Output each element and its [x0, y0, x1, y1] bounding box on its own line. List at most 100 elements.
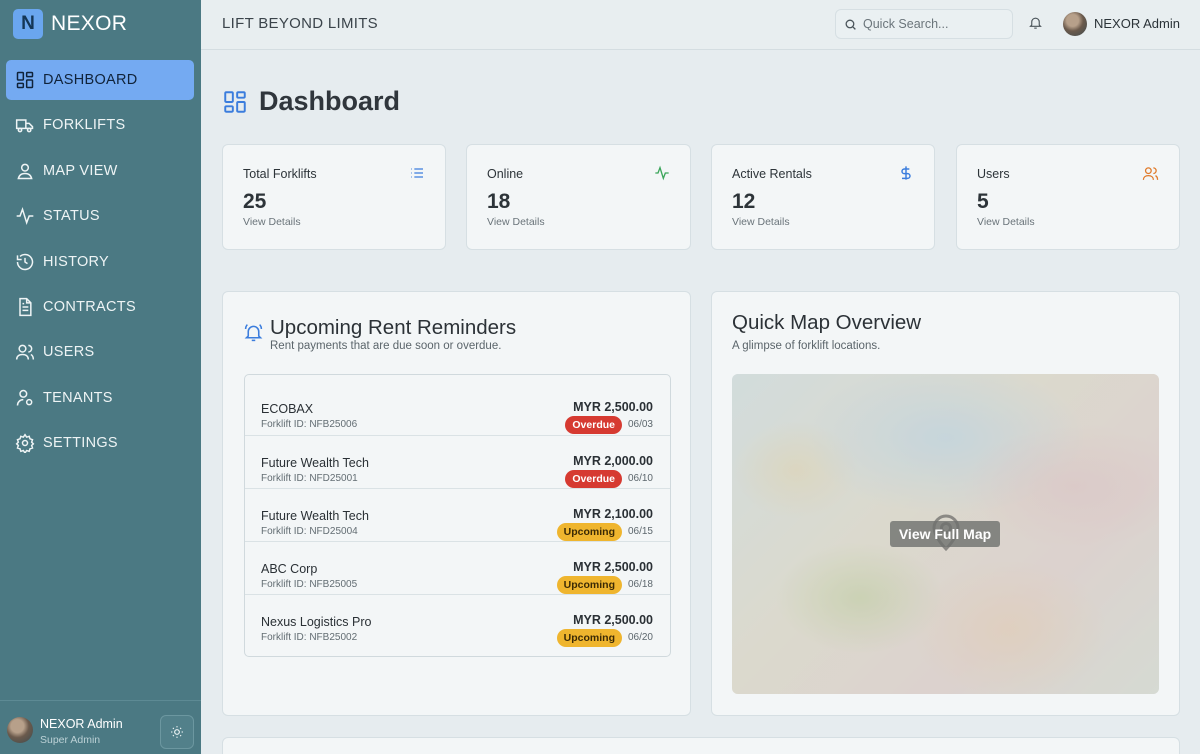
page-title-text: Dashboard [259, 86, 401, 116]
sidebar-item-label: FORKLIFTS [43, 117, 126, 134]
view-full-map-button[interactable]: View Full Map [890, 521, 1000, 547]
status-badge: Overdue [565, 470, 622, 488]
status-badge: Upcoming [556, 523, 622, 541]
stat-value: 18 [487, 190, 511, 213]
activity-icon [16, 207, 34, 226]
section-subtitle: A glimpse of forklift locations. [732, 340, 881, 352]
sidebar-nav: DASHBOARD FORKLIFTS MAP VIEW STATUS HIST… [6, 60, 194, 469]
list-icon [411, 168, 423, 178]
tenant-name: Future Wealth Tech [261, 456, 369, 470]
stat-label: Total Forklifts [243, 167, 317, 181]
tagline: LIFT BEYOND LIMITS [222, 15, 378, 32]
tenant-name: ABC Corp [261, 562, 318, 576]
sidebar-user-role: Super Admin [40, 734, 101, 746]
rent-amount: MYR 2,000.00 [573, 454, 653, 468]
tenant-name: ECOBAX [261, 402, 314, 416]
list-item[interactable]: ECOBAX Forklift ID: NFB25006 MYR 2,500.0… [245, 382, 670, 435]
user-cog-icon [16, 389, 33, 406]
reminders-list: ECOBAX Forklift ID: NFB25006 MYR 2,500.0… [244, 374, 671, 657]
view-details-link[interactable]: View Details [977, 216, 1035, 228]
dashboard-icon [16, 71, 34, 89]
sidebar-item-label: DASHBOARD [43, 72, 138, 88]
gear-icon [15, 433, 35, 454]
page-title: Dashboard [222, 86, 400, 117]
stat-card-online[interactable]: Online 18 View Details [466, 144, 691, 250]
activity-icon [655, 165, 669, 181]
sidebar-item-label: TENANTS [43, 389, 113, 406]
stat-value: 25 [243, 190, 267, 213]
brand[interactable]: N NEXOR [13, 9, 127, 39]
sidebar-item-forklifts[interactable]: FORKLIFTS [6, 105, 194, 145]
status-badge: Overdue [565, 416, 622, 434]
due-date: 06/03 [627, 419, 653, 430]
sidebar-item-label: CONTRACTS [43, 298, 136, 315]
search-icon [845, 19, 856, 30]
sidebar-item-label: USERS [43, 344, 95, 361]
due-date: 06/18 [627, 579, 653, 590]
brand-logo: N [13, 9, 43, 39]
stat-label: Users [977, 167, 1010, 181]
list-item[interactable]: ABC Corp Forklift ID: NFB25005 MYR 2,500… [245, 541, 670, 594]
dashboard-icon [224, 90, 246, 113]
sidebar-user-name: NEXOR Admin [40, 717, 123, 731]
rent-amount: MYR 2,100.00 [573, 507, 653, 521]
bottom-card [222, 737, 1180, 754]
map-pin-user-icon [17, 163, 33, 180]
status-badge: Upcoming [556, 629, 622, 647]
sidebar-item-contracts[interactable]: CONTRACTS [6, 287, 194, 327]
dollar-icon [901, 166, 911, 180]
forklift-id: Forklift ID: NFB25005 [261, 579, 358, 590]
map-preview[interactable]: View Full Map [732, 374, 1159, 694]
sidebar-item-dashboard[interactable]: DASHBOARD [6, 60, 194, 100]
tenant-name: Future Wealth Tech [261, 509, 369, 523]
stat-value: 5 [977, 190, 989, 213]
list-item[interactable]: Future Wealth Tech Forklift ID: NFD25001… [245, 435, 670, 488]
due-date: 06/10 [627, 473, 653, 484]
forklift-id: Forklift ID: NFD25001 [261, 473, 358, 484]
stat-card-total-forklifts[interactable]: Total Forklifts 25 View Details [222, 144, 446, 250]
stat-label: Online [487, 167, 524, 181]
view-details-link[interactable]: View Details [487, 216, 545, 228]
history-icon [16, 253, 34, 270]
avatar[interactable] [1063, 12, 1087, 36]
forklift-id: Forklift ID: NFB25002 [261, 632, 358, 643]
list-item[interactable]: Future Wealth Tech Forklift ID: NFD25004… [245, 488, 670, 541]
due-date: 06/15 [627, 526, 653, 537]
sidebar-item-map-view[interactable]: MAP VIEW [6, 151, 194, 191]
section-title: Upcoming Rent Reminders [270, 316, 517, 339]
search-box[interactable] [835, 9, 1013, 39]
avatar[interactable] [7, 717, 33, 743]
sidebar-item-tenants[interactable]: TENANTS [6, 378, 194, 418]
forklift-id: Forklift ID: NFB25006 [261, 419, 358, 430]
stat-card-users[interactable]: Users 5 View Details [956, 144, 1180, 250]
sidebar-item-label: STATUS [43, 208, 100, 225]
document-icon [19, 297, 32, 317]
topbar: LIFT BEYOND LIMITS NEXOR Admin [201, 0, 1200, 50]
rent-reminders-card: Upcoming Rent Reminders Rent payments th… [222, 291, 691, 716]
sidebar-item-settings[interactable]: SETTINGS [6, 423, 194, 463]
user-menu[interactable]: NEXOR Admin [1094, 16, 1180, 31]
map-overview-card: Quick Map Overview A glimpse of forklift… [711, 291, 1180, 716]
tenant-name: Nexus Logistics Pro [261, 615, 372, 629]
stat-label: Active Rentals [732, 167, 812, 181]
section-title: Quick Map Overview [732, 311, 922, 334]
due-date: 06/20 [627, 632, 653, 643]
theme-toggle-button[interactable] [160, 715, 194, 749]
sidebar-item-status[interactable]: STATUS [6, 196, 194, 236]
search-input[interactable] [863, 17, 1003, 31]
stat-value: 12 [732, 190, 756, 213]
sidebar-item-label: HISTORY [43, 253, 110, 270]
rent-amount: MYR 2,500.00 [573, 560, 653, 574]
sidebar-item-label: MAP VIEW [43, 162, 118, 179]
truck-icon [15, 119, 34, 133]
bell-icon[interactable] [1028, 15, 1043, 30]
list-item[interactable]: Nexus Logistics Pro Forklift ID: NFB2500… [245, 594, 670, 647]
sidebar-item-users[interactable]: USERS [6, 332, 194, 372]
sidebar-item-history[interactable]: HISTORY [6, 242, 194, 282]
stat-card-active-rentals[interactable]: Active Rentals 12 View Details [711, 144, 935, 250]
view-details-link[interactable]: View Details [732, 216, 790, 228]
view-details-link[interactable]: View Details [243, 216, 301, 228]
status-badge: Upcoming [556, 576, 622, 594]
forklift-id: Forklift ID: NFD25004 [261, 526, 358, 537]
sidebar-item-label: SETTINGS [43, 435, 118, 452]
